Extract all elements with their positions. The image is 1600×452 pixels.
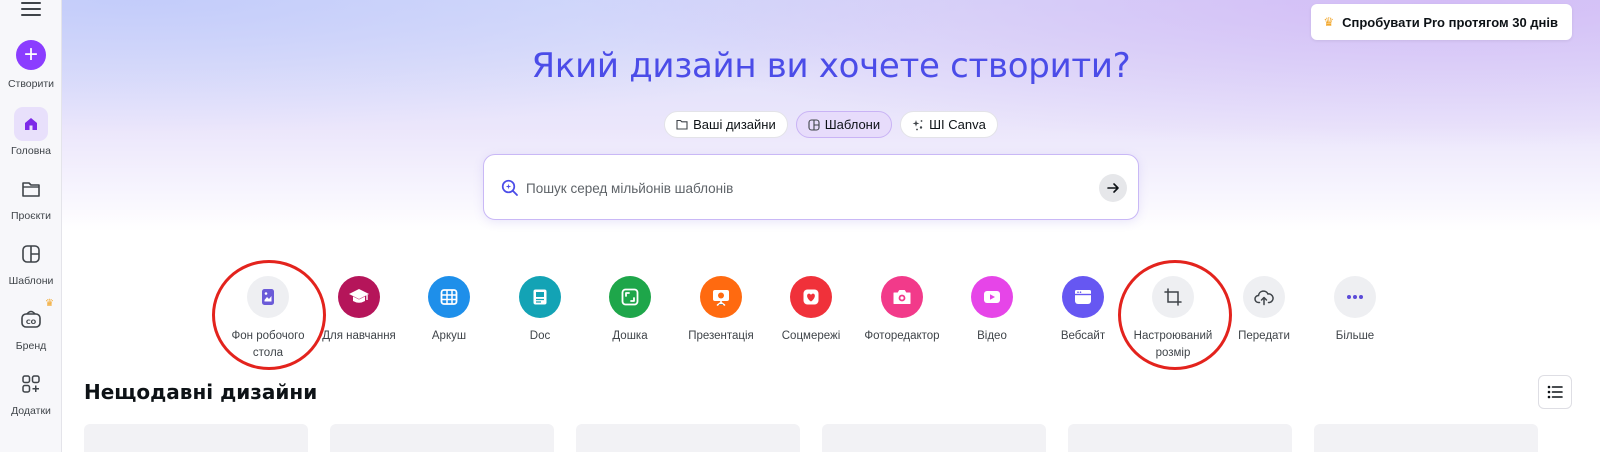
- design-tabs: Ваші дизайни Шаблони ШІ Canva: [62, 111, 1600, 138]
- category-label: Doc: [529, 330, 551, 342]
- design-card[interactable]: [1068, 424, 1292, 452]
- hero-banner: ♛ Спробувати Pro протягом 30 днів Який д…: [62, 0, 1600, 232]
- category-label: Передати: [1238, 330, 1290, 342]
- sheet-icon: [428, 276, 470, 318]
- category-whiteboard[interactable]: Дошка: [580, 276, 680, 345]
- sidebar-item-label: Бренд: [15, 340, 47, 352]
- category-label: Фоторедактор: [864, 330, 940, 342]
- graduation-cap-icon: [338, 276, 380, 318]
- category-more[interactable]: Більше: [1305, 276, 1405, 345]
- desktop-wallpaper-icon: [247, 276, 289, 318]
- design-card[interactable]: [576, 424, 800, 452]
- camera-icon: [881, 276, 923, 318]
- search-icon: [501, 179, 518, 196]
- heart-icon: [790, 276, 832, 318]
- category-presentation[interactable]: Презентація: [671, 276, 771, 345]
- category-upload[interactable]: Передати: [1214, 276, 1314, 345]
- presentation-icon: [700, 276, 742, 318]
- category-custom-size[interactable]: Настроюваний розмір: [1123, 276, 1223, 362]
- main-content: ♛ Спробувати Pro протягом 30 днів Який д…: [62, 0, 1600, 452]
- category-label: Відео: [977, 330, 1007, 342]
- category-label: Аркуш: [431, 330, 467, 342]
- page-title: Який дизайн ви хочете створити?: [531, 46, 1131, 86]
- sidebar-item-create[interactable]: + Створити: [0, 40, 62, 90]
- templates-icon: [808, 118, 820, 131]
- whiteboard-icon: [609, 276, 651, 318]
- video-icon: [971, 276, 1013, 318]
- category-label: Настроюваний розмір: [1133, 330, 1213, 359]
- category-label: Дошка: [612, 330, 648, 342]
- more-icon: [1334, 276, 1376, 318]
- doc-icon: [519, 276, 561, 318]
- design-card[interactable]: [84, 424, 308, 452]
- search-input[interactable]: [526, 175, 1086, 201]
- sidebar: + Створити Головна Проєкти Шаблони CO ♛ …: [0, 0, 62, 452]
- category-label: Більше: [1335, 330, 1375, 342]
- custom-size-icon: [1152, 276, 1194, 318]
- tab-canva-ai[interactable]: ШІ Canva: [900, 111, 998, 138]
- sidebar-item-brand[interactable]: CO ♛ Бренд: [0, 298, 62, 352]
- tab-templates[interactable]: Шаблони: [795, 111, 893, 138]
- category-label: Фон робочого стола: [231, 330, 305, 359]
- design-card[interactable]: [822, 424, 1046, 452]
- search-submit-button[interactable]: [1099, 174, 1127, 202]
- category-sheet[interactable]: Аркуш: [399, 276, 499, 345]
- tab-label: Ваші дизайни: [693, 117, 776, 132]
- folder-icon: [676, 119, 688, 130]
- sidebar-item-projects[interactable]: Проєкти: [0, 172, 62, 222]
- upload-cloud-icon: [1243, 276, 1285, 318]
- category-label: Презентація: [688, 330, 754, 342]
- templates-icon: [14, 237, 48, 271]
- plus-icon: +: [16, 40, 46, 70]
- tab-your-designs[interactable]: Ваші дизайни: [664, 111, 788, 138]
- list-icon: [1547, 385, 1563, 399]
- search-box: [483, 154, 1139, 220]
- folder-icon: [14, 172, 48, 206]
- sparkle-icon: [912, 119, 923, 130]
- category-photo-editor[interactable]: Фоторедактор: [852, 276, 952, 345]
- recent-designs-grid: [84, 424, 1584, 452]
- tab-label: Шаблони: [824, 117, 881, 132]
- category-label: Вебсайт: [1060, 330, 1106, 342]
- category-education[interactable]: Для навчання: [309, 276, 409, 345]
- svg-text:CO: CO: [26, 318, 37, 326]
- sidebar-item-label: Проєкти: [11, 210, 51, 222]
- recent-designs-heading: Нещодавні дизайни: [84, 380, 318, 404]
- sidebar-item-label: Створити: [7, 78, 55, 90]
- category-doc[interactable]: Doc: [490, 276, 590, 345]
- sidebar-item-label: Шаблони: [8, 275, 54, 287]
- try-pro-button[interactable]: ♛ Спробувати Pro протягом 30 днів: [1311, 4, 1572, 40]
- arrow-right-icon: [1107, 183, 1119, 193]
- category-video[interactable]: Відео: [942, 276, 1042, 345]
- sidebar-item-label: Головна: [11, 145, 51, 157]
- category-social-media[interactable]: Соцмережі: [761, 276, 861, 345]
- brand-icon: CO ♛: [14, 298, 54, 336]
- list-view-button[interactable]: [1538, 375, 1572, 409]
- category-label: Для навчання: [322, 330, 396, 342]
- home-icon: [14, 107, 48, 141]
- crown-icon: ♛: [45, 298, 54, 309]
- design-card[interactable]: [330, 424, 554, 452]
- try-pro-label: Спробувати Pro протягом 30 днів: [1342, 14, 1558, 30]
- apps-icon: [14, 367, 48, 401]
- sidebar-item-apps[interactable]: Додатки: [0, 367, 62, 417]
- design-card[interactable]: [1314, 424, 1538, 452]
- sidebar-item-label: Додатки: [11, 405, 51, 417]
- tab-label: ШІ Canva: [929, 117, 986, 132]
- category-desktop-wallpaper[interactable]: Фон робочого стола: [218, 276, 318, 362]
- menu-icon[interactable]: [21, 0, 41, 16]
- sidebar-item-home[interactable]: Головна: [0, 107, 62, 157]
- sidebar-item-templates[interactable]: Шаблони: [0, 237, 62, 287]
- website-icon: [1062, 276, 1104, 318]
- category-label: Соцмережі: [781, 330, 841, 342]
- crown-icon: ♛: [1323, 15, 1335, 29]
- category-website[interactable]: Вебсайт: [1033, 276, 1133, 345]
- design-categories: Фон робочого стола Для навчання Аркуш Do…: [62, 260, 1600, 370]
